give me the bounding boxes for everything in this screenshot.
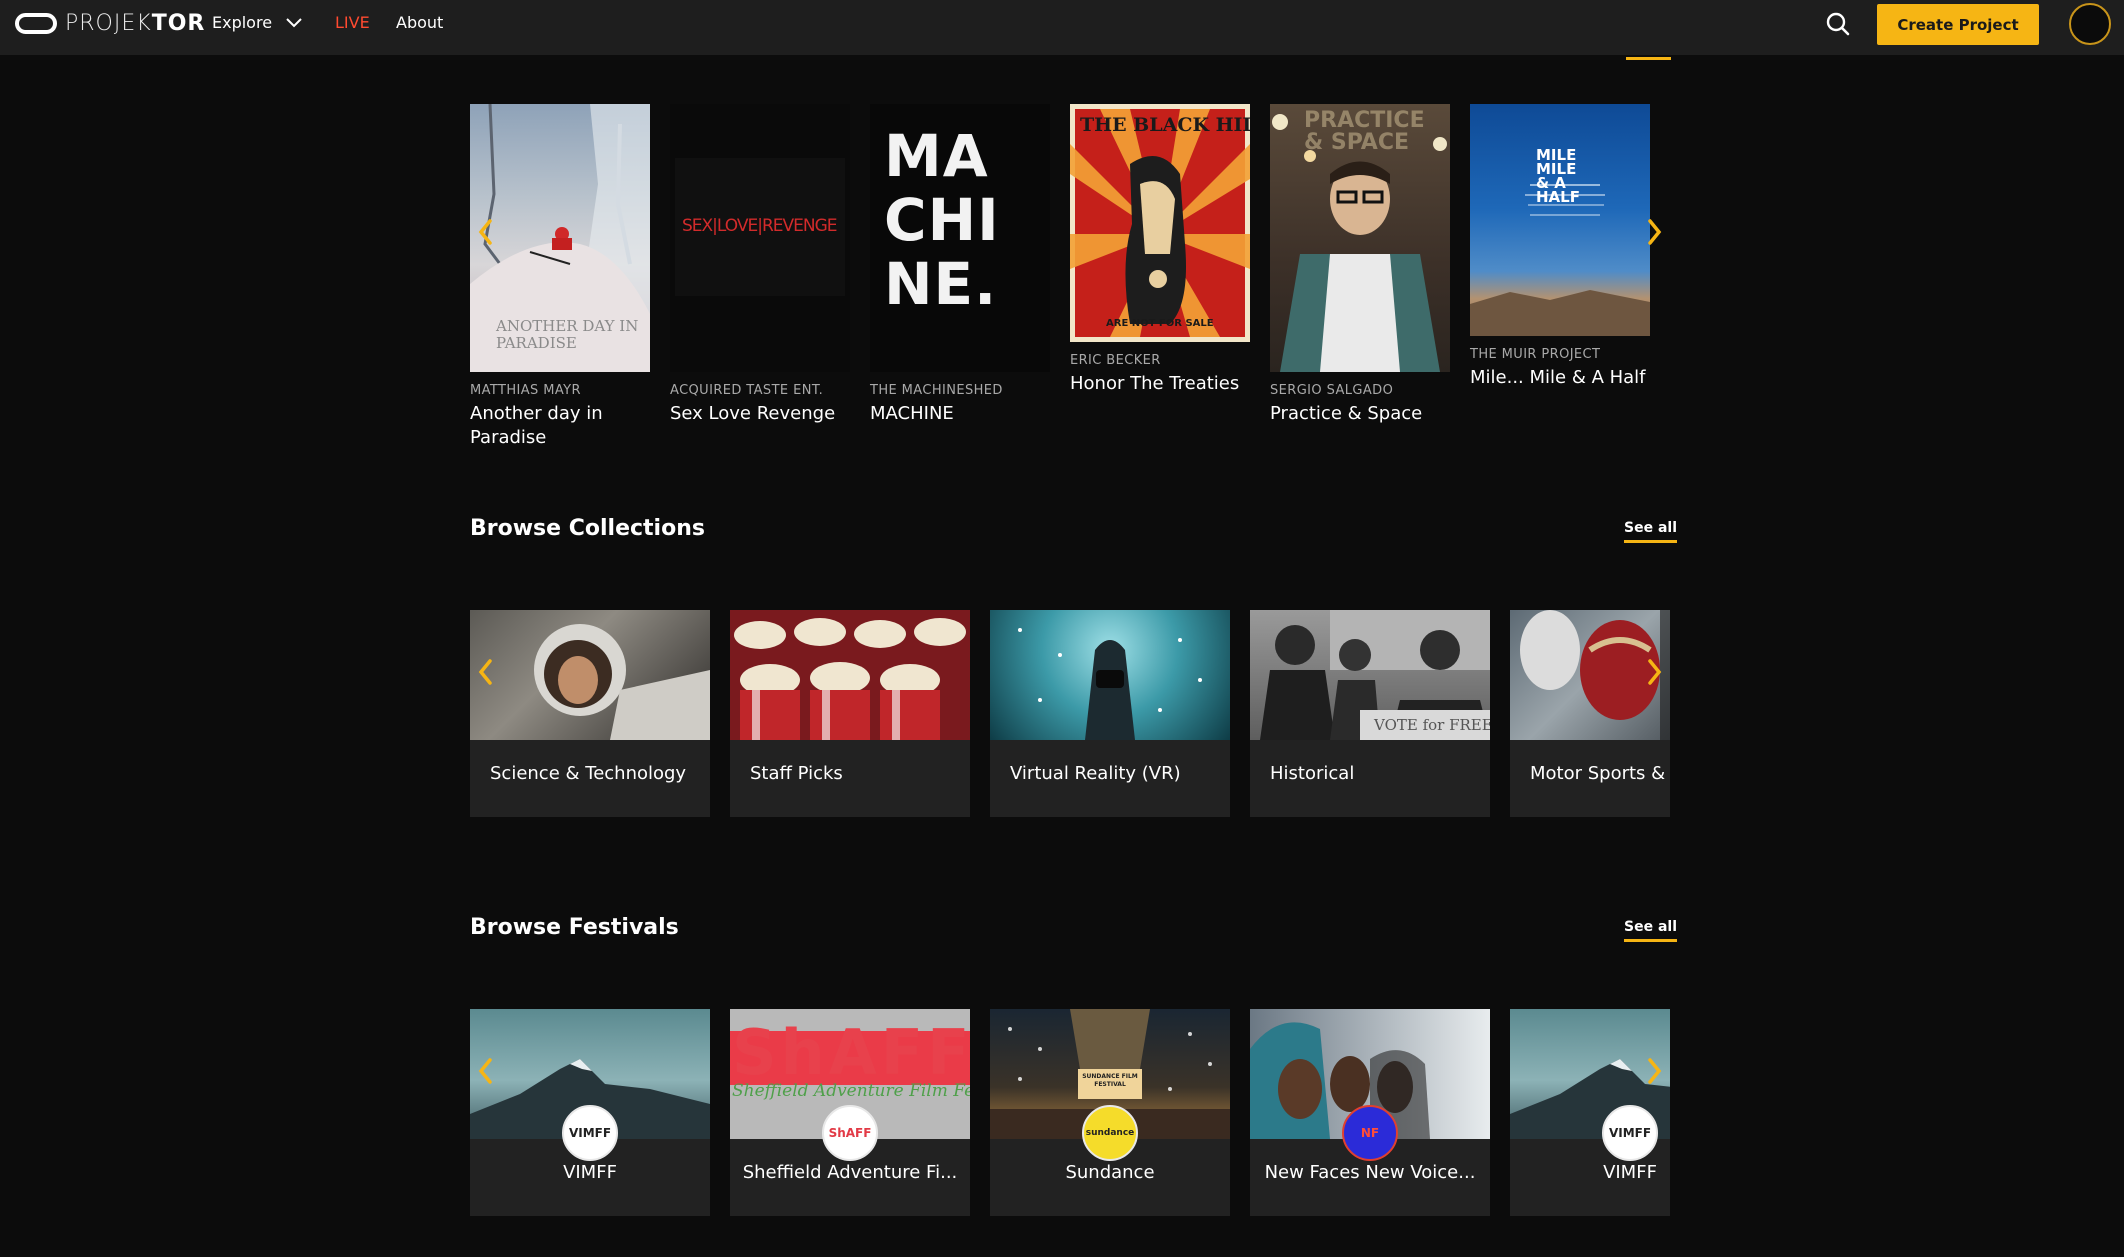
collection-image: VOTE for FREEDOM [1250, 610, 1490, 740]
festival-logo: VIMFF [562, 1105, 618, 1161]
poster-text: ANOTHER DAY IN PARADISE [496, 317, 639, 352]
carousel-prev-arrow-icon[interactable] [474, 217, 498, 247]
logo-text: PROJEKTOR [65, 11, 206, 36]
collection-label: Virtual Reality (VR) [1010, 763, 1181, 784]
festivals-section-title: Browse Festivals [470, 915, 679, 940]
film-card[interactable]: SEX|LOVE|REVENGE ACQUIRED TASTE ENT. Sex… [670, 104, 850, 426]
collection-label: Motor Sports & I [1530, 763, 1670, 784]
collections-next-arrow-icon[interactable] [1642, 657, 1666, 687]
avatar[interactable] [2069, 3, 2111, 45]
film-title[interactable]: Practice & Space [1270, 402, 1450, 426]
festival-logo: NF [1342, 1105, 1398, 1161]
collection-card[interactable]: Science & Technology [470, 610, 710, 817]
festival-label: Sheffield Adventure Fi... [742, 1162, 958, 1183]
nav-about-link[interactable]: About [396, 13, 443, 32]
nav-explore-label: Explore [212, 13, 273, 32]
festival-logo: sundance [1082, 1105, 1138, 1161]
nav-live-link[interactable]: LIVE [335, 13, 370, 32]
film-poster[interactable]: MA CHI NE. [870, 104, 1050, 372]
festivals-prev-arrow-icon[interactable] [474, 1056, 498, 1086]
film-owner: THE MACHINESHED [870, 383, 1003, 398]
collection-card[interactable]: Motor Sports & I [1510, 610, 1670, 817]
film-title[interactable]: Another day in Paradise [470, 402, 650, 450]
film-poster[interactable]: SEX|LOVE|REVENGE [670, 104, 850, 372]
collections-see-all-link[interactable]: See all [1624, 520, 1677, 543]
film-owner: MATTHIAS MAYR [470, 383, 581, 398]
festivals-next-arrow-icon[interactable] [1642, 1056, 1666, 1086]
festival-card[interactable]: NF New Faces New Voice... [1250, 1009, 1490, 1216]
vr-art [1018, 628, 1202, 740]
film-poster[interactable]: PRACTICE & SPACE [1270, 104, 1450, 372]
film-card[interactable]: MILE MILE & A HALF THE MUIR PROJECT Mile… [1470, 104, 1650, 390]
chevron-down-icon [286, 17, 302, 27]
festival-label: VIMFF [563, 1162, 617, 1183]
poster-art [1470, 184, 1650, 336]
festival-logo: ShAFF [822, 1105, 878, 1161]
festival-label: New Faces New Voice... [1264, 1162, 1476, 1183]
festivals-carousel: VIMFF VIMFF ShAFF Sheffield Adventure Fi… [470, 1009, 1670, 1219]
astronaut-art [534, 624, 710, 740]
film-owner: ERIC BECKER [1070, 353, 1161, 368]
search-icon[interactable] [1825, 11, 1851, 37]
festival-card[interactable]: VIMFF VIMFF [1510, 1009, 1670, 1216]
logo-icon [15, 13, 57, 34]
film-title[interactable]: MACHINE [870, 402, 1050, 426]
poster-text: MILE MILE & A HALF [1536, 146, 1580, 206]
film-title[interactable]: Honor The Treaties [1070, 372, 1250, 396]
collections-section-title: Browse Collections [470, 516, 705, 541]
festival-card[interactable]: SUNDANCE FILM FESTIVAL sundance Sundance [990, 1009, 1230, 1216]
poster-art [1070, 109, 1250, 337]
poster-text: PRACTICE & SPACE [1304, 108, 1425, 155]
collection-label: Historical [1270, 763, 1355, 784]
film-owner: THE MUIR PROJECT [1470, 347, 1601, 362]
festival-card[interactable]: VIMFF VIMFF [470, 1009, 710, 1216]
film-card[interactable]: THE BLACK HILLS ARE NOT FOR SALE ERIC BE… [1070, 104, 1250, 396]
top-navbar: PROJEKTOR Explore LIVE About Create Proj… [0, 0, 2124, 55]
film-poster[interactable]: THE BLACK HILLS ARE NOT FOR SALE [1070, 104, 1250, 342]
poster-subtext: ARE NOT FOR SALE [1106, 318, 1214, 329]
collection-image [730, 610, 970, 740]
film-owner: ACQUIRED TASTE ENT. [670, 383, 824, 398]
collections-carousel: Science & Technology Staff Picks Virtual… [470, 610, 1670, 820]
popcorn-art [734, 618, 966, 740]
collection-card[interactable]: Staff Picks [730, 610, 970, 817]
poster-text: SEX|LOVE|REVENGE [682, 216, 838, 236]
collection-image [470, 610, 710, 740]
poster-text: MA CHI NE. [884, 122, 1000, 318]
collection-image [990, 610, 1230, 740]
collection-card[interactable]: Virtual Reality (VR) [990, 610, 1230, 817]
festival-logo: VIMFF [1602, 1105, 1658, 1161]
festival-label: Sundance [1065, 1162, 1155, 1183]
create-project-button[interactable]: Create Project [1877, 4, 2039, 45]
projektor-logo[interactable]: PROJEKTOR [15, 11, 205, 36]
section-underline [1626, 57, 1671, 60]
film-card[interactable]: ANOTHER DAY IN PARADISE MATTHIAS MAYR An… [470, 104, 650, 450]
collection-image-text: VOTE for FREEDOM [1374, 716, 1490, 734]
festival-label: VIMFF [1603, 1162, 1657, 1183]
film-poster[interactable]: MILE MILE & A HALF [1470, 104, 1650, 336]
film-title[interactable]: Mile... Mile & A Half [1470, 366, 1650, 390]
collections-prev-arrow-icon[interactable] [474, 657, 498, 687]
collection-label: Science & Technology [490, 763, 687, 784]
film-title[interactable]: Sex Love Revenge [670, 402, 850, 426]
festivals-see-all-link[interactable]: See all [1624, 919, 1677, 942]
film-card[interactable]: MA CHI NE. THE MACHINESHED MACHINE [870, 104, 1050, 426]
festival-image-text: SUNDANCE FILM FESTIVAL [1082, 1073, 1138, 1088]
festival-banner-text: ShAFF [732, 1016, 970, 1089]
festival-card[interactable]: ShAFF Sheffield Adventure Film Festival … [730, 1009, 970, 1216]
nav-explore-menu[interactable]: Explore [212, 13, 302, 32]
collection-label: Staff Picks [750, 763, 843, 784]
film-owner: SERGIO SALGADO [1270, 383, 1394, 398]
carousel-next-arrow-icon[interactable] [1642, 217, 1666, 247]
film-card[interactable]: PRACTICE & SPACE SERGIO SALGADO Practice… [1270, 104, 1450, 426]
poster-text: THE BLACK HILLS [1080, 114, 1250, 136]
films-carousel: ANOTHER DAY IN PARADISE MATTHIAS MAYR An… [470, 104, 1670, 474]
collection-card[interactable]: VOTE for FREEDOM Historical [1250, 610, 1490, 817]
festival-banner-subtext: Sheffield Adventure Film Festival [732, 1081, 970, 1101]
